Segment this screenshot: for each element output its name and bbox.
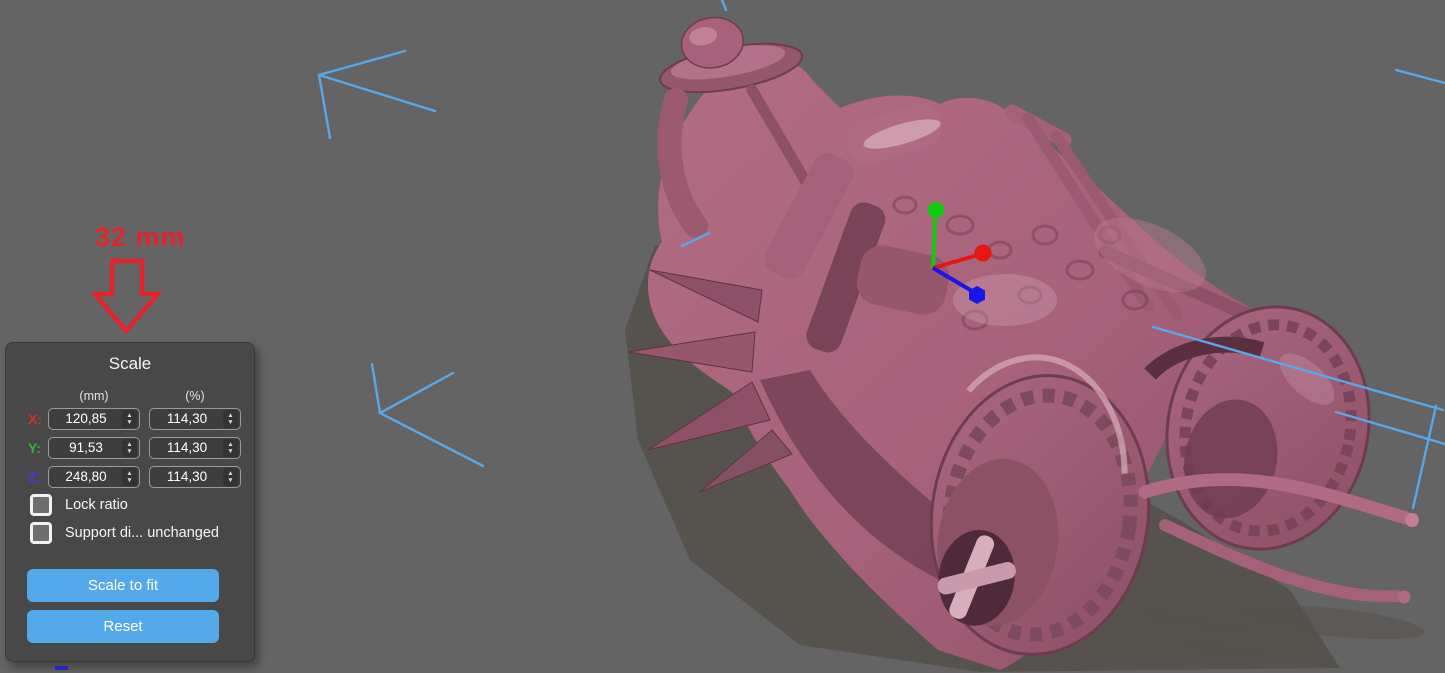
scale-row-y: Y: ▲▼ ▲▼ <box>28 436 254 459</box>
gizmo-x-handle-icon[interactable] <box>975 245 992 262</box>
header-mm: (mm) <box>48 389 140 403</box>
spinner-up-icon[interactable]: ▲ <box>126 441 132 448</box>
spinner-down-icon[interactable]: ▼ <box>126 477 132 484</box>
reset-button[interactable]: Reset <box>27 610 219 643</box>
spinner-down-icon[interactable]: ▼ <box>126 448 132 455</box>
spinner-down-icon[interactable]: ▼ <box>227 448 233 455</box>
spinner-down-icon[interactable]: ▼ <box>227 477 233 484</box>
x-mm-input[interactable] <box>51 409 121 429</box>
down-arrow-icon <box>92 258 164 336</box>
lock-ratio-label: Lock ratio <box>65 497 128 513</box>
x-mm-field[interactable]: ▲▼ <box>48 408 140 430</box>
spinner-up-icon[interactable]: ▲ <box>227 470 233 477</box>
y-mm-input[interactable] <box>51 438 121 458</box>
z-mm-input[interactable] <box>51 467 121 487</box>
size-annotation-label: 32 mm <box>95 222 186 253</box>
axis-z-label: Z: <box>28 469 48 485</box>
z-percent-field[interactable]: ▲▼ <box>149 466 241 488</box>
y-percent-input[interactable] <box>152 438 222 458</box>
spinner-up-icon[interactable]: ▲ <box>126 470 132 477</box>
scale-row-x: X: ▲▼ ▲▼ <box>28 407 254 430</box>
x-percent-input[interactable] <box>152 409 222 429</box>
spinner-down-icon[interactable]: ▼ <box>227 419 233 426</box>
z-percent-input[interactable] <box>152 467 222 487</box>
spinner-up-icon[interactable]: ▲ <box>227 412 233 419</box>
x-percent-field[interactable]: ▲▼ <box>149 408 241 430</box>
support-dimensions-label: Support di... unchanged <box>65 525 219 541</box>
support-dimensions-checkbox[interactable] <box>30 522 52 544</box>
axis-y-label: Y: <box>28 440 48 456</box>
clipped-ui-fragment <box>55 666 68 670</box>
slicer-viewport: 32 mm Scale (mm) (%) X: ▲▼ ▲▼ Y: <box>0 0 1445 673</box>
scale-panel: Scale (mm) (%) X: ▲▼ ▲▼ Y: ▲▼ <box>5 342 255 662</box>
panel-title: Scale <box>6 353 254 375</box>
scale-row-z: Z: ▲▼ ▲▼ <box>28 465 254 488</box>
spinner-up-icon[interactable]: ▲ <box>126 412 132 419</box>
axis-x-label: X: <box>28 411 48 427</box>
y-percent-field[interactable]: ▲▼ <box>149 437 241 459</box>
header-percent: (%) <box>149 389 241 403</box>
support-dimensions-row: Support di... unchanged <box>30 522 254 544</box>
z-mm-field[interactable]: ▲▼ <box>48 466 140 488</box>
scale-to-fit-button[interactable]: Scale to fit <box>27 569 219 602</box>
lock-ratio-row: Lock ratio <box>30 494 254 516</box>
y-mm-field[interactable]: ▲▼ <box>48 437 140 459</box>
spinner-down-icon[interactable]: ▼ <box>126 419 132 426</box>
lock-ratio-checkbox[interactable] <box>30 494 52 516</box>
spinner-up-icon[interactable]: ▲ <box>227 441 233 448</box>
column-headers: (mm) (%) <box>28 389 254 403</box>
